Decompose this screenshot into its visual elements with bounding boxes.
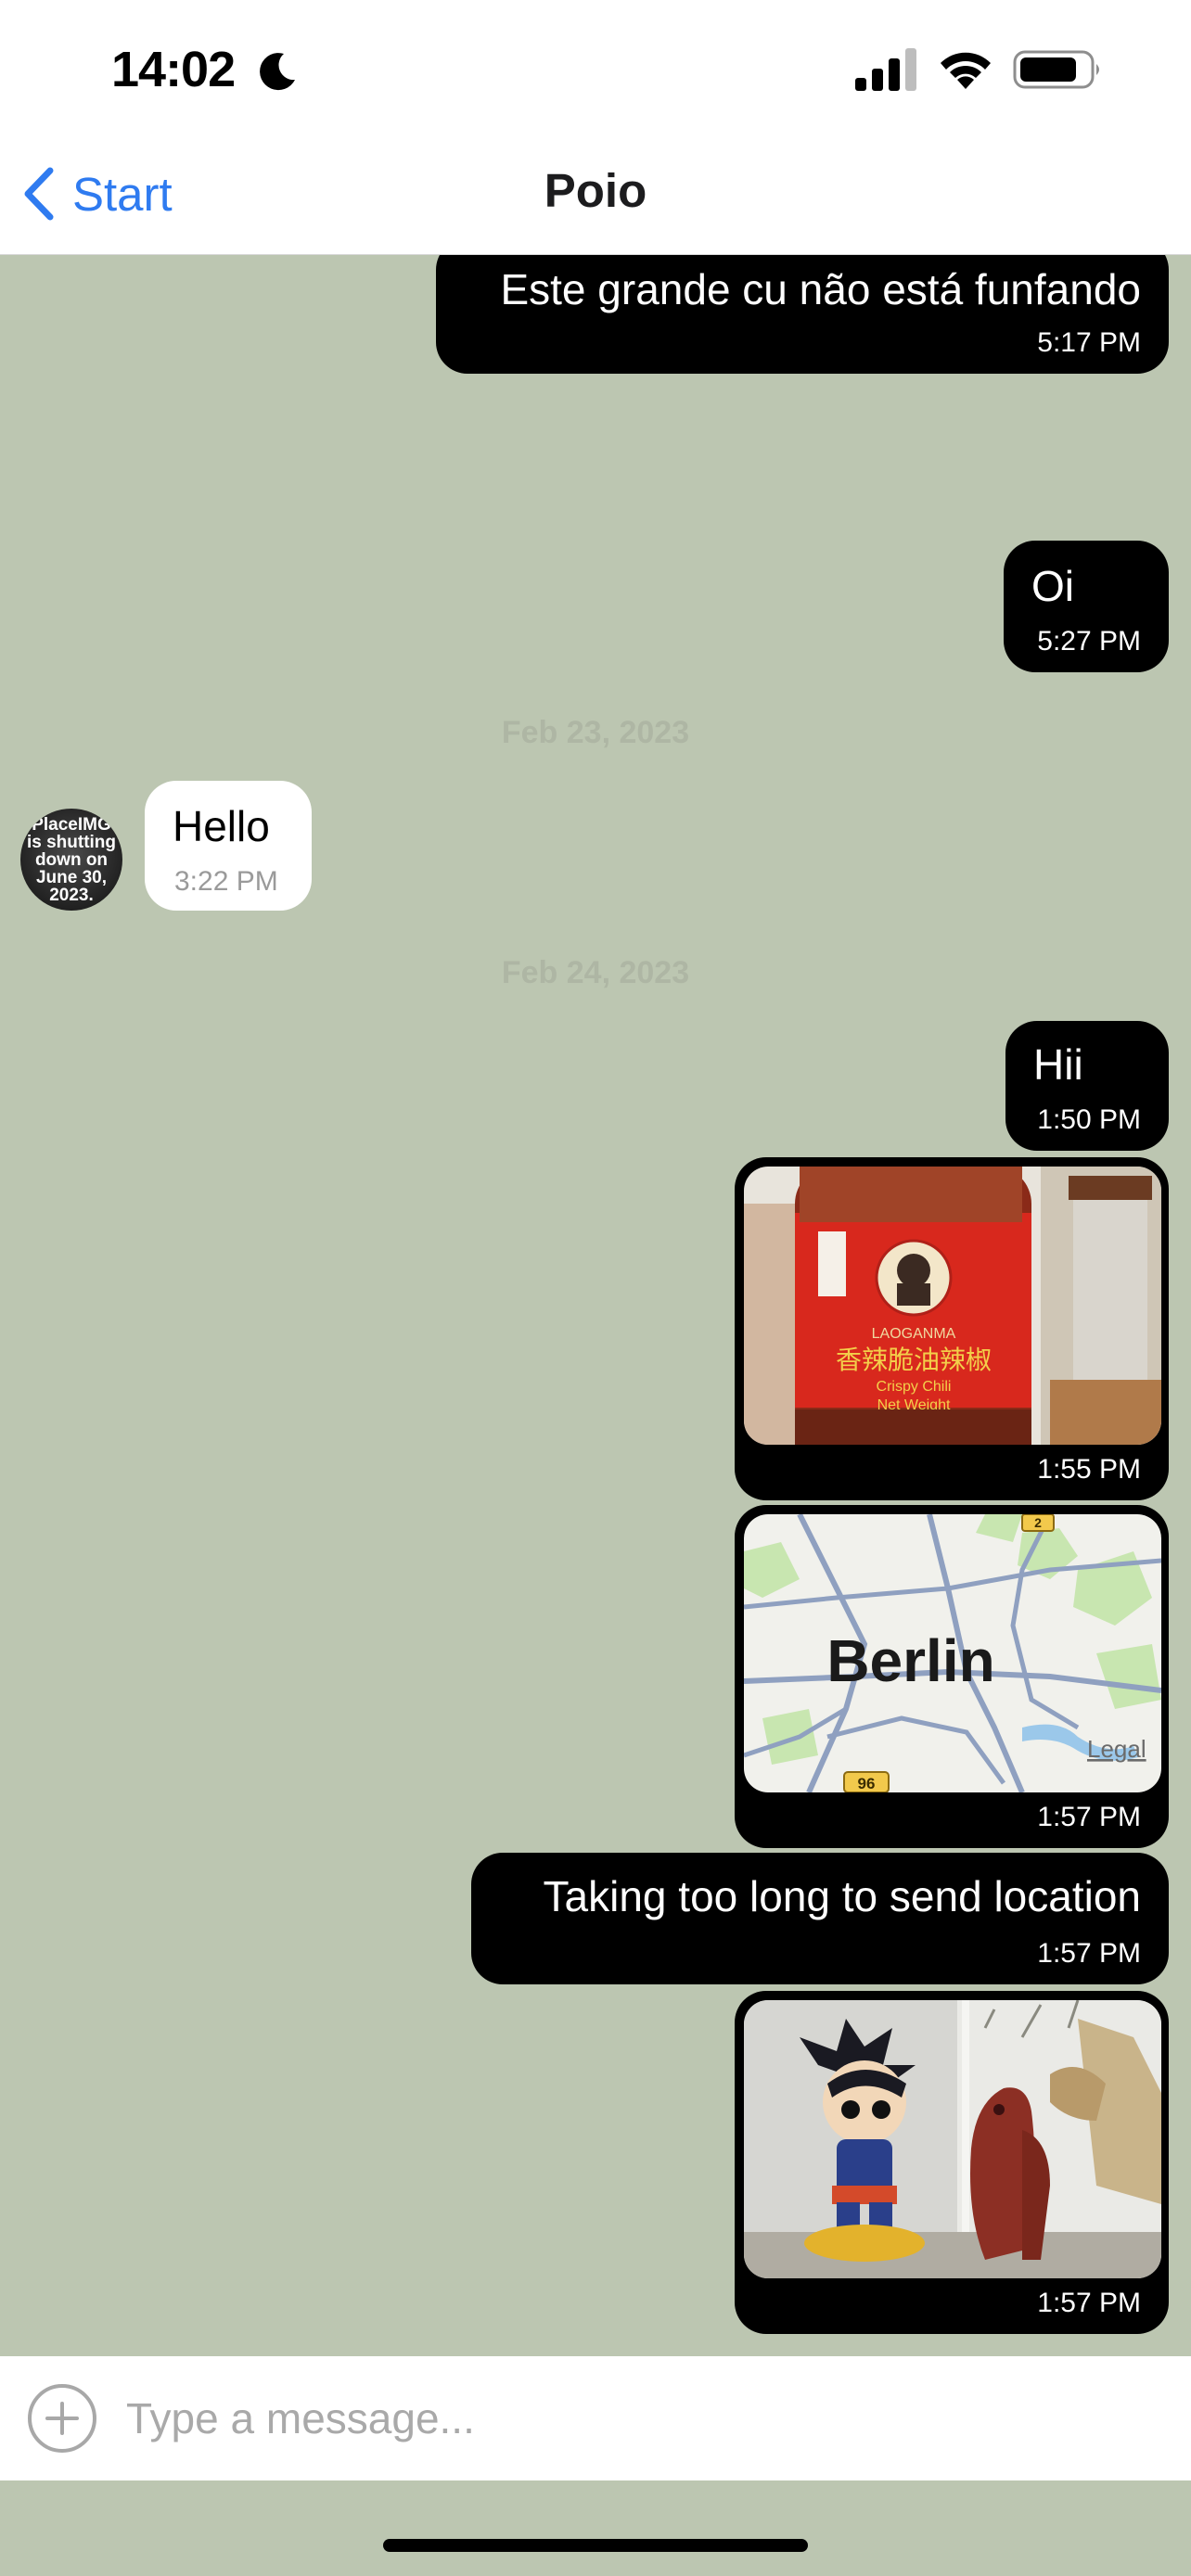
message-bubble-image[interactable]: LAOGANMA 香辣脆油辣椒 Crispy Chili Net Weight … xyxy=(735,1157,1169,1500)
map-road-label: 2 xyxy=(1034,1515,1042,1530)
image-label-text: 香辣脆油辣椒 xyxy=(836,1345,992,1375)
message-time: 1:57 PM xyxy=(1037,1802,1141,1832)
message-bubble-image[interactable]: 1:57 PM xyxy=(735,1991,1169,2334)
moon-icon xyxy=(260,53,295,91)
wifi-icon xyxy=(941,52,991,89)
navigation-bar: Start Poio xyxy=(0,139,1191,255)
map-legal-link: Legal xyxy=(1087,1735,1146,1763)
message-list[interactable]: Este grande cu não está funfando 5:17 PM… xyxy=(0,255,1191,2356)
message-time: 5:17 PM xyxy=(1037,327,1141,358)
status-bar: 14:02 xyxy=(0,0,1191,139)
message-time: 1:55 PM xyxy=(1037,1454,1141,1485)
avatar-text: PlaceIMG is shutting down on June 30, 20… xyxy=(26,814,117,905)
message-bubble-outgoing[interactable]: Oi 5:27 PM xyxy=(1004,541,1169,672)
message-text: Hii xyxy=(1033,1040,1083,1089)
location-map[interactable]: 2 96 Berlin Legal xyxy=(744,1514,1161,1792)
message-text: Taking too long to send location xyxy=(543,1872,1141,1920)
chat-title: Poio xyxy=(544,164,647,217)
message-time: 1:50 PM xyxy=(1037,1104,1141,1135)
date-separator: Feb 23, 2023 xyxy=(501,715,690,750)
avatar[interactable]: PlaceIMG is shutting down on June 30, 20… xyxy=(20,809,122,911)
battery-icon xyxy=(1013,50,1099,89)
message-bubble-incoming[interactable]: Hello 3:22 PM xyxy=(145,781,312,911)
message-time: 1:57 PM xyxy=(1037,1938,1141,1969)
message-text: Oi xyxy=(1031,562,1074,610)
message-text: Este grande cu não está funfando xyxy=(500,265,1141,313)
message-input[interactable] xyxy=(126,2378,1146,2458)
cellular-signal-icon xyxy=(855,48,916,91)
image-label-text: LAOGANMA xyxy=(872,1326,956,1342)
message-bubble-outgoing[interactable]: Hii 1:50 PM xyxy=(1005,1021,1169,1151)
plus-circle-icon[interactable] xyxy=(26,2382,98,2455)
message-time: 1:57 PM xyxy=(1037,2288,1141,2318)
message-photo[interactable] xyxy=(744,2000,1161,2278)
home-indicator xyxy=(383,2539,808,2552)
message-bubble-outgoing[interactable]: Este grande cu não está funfando 5:17 PM xyxy=(436,255,1169,374)
image-label-text: Crispy Chili xyxy=(877,1379,952,1395)
message-text: Hello xyxy=(173,802,270,850)
message-time: 3:22 PM xyxy=(174,866,278,897)
status-time: 14:02 xyxy=(111,42,236,97)
message-bubble-outgoing[interactable]: Taking too long to send location 1:57 PM xyxy=(471,1853,1169,1984)
map-road-label: 96 xyxy=(858,1775,876,1792)
message-photo[interactable]: LAOGANMA 香辣脆油辣椒 Crispy Chili Net Weight xyxy=(744,1167,1161,1445)
composer-bar xyxy=(0,2356,1191,2480)
map-city-label: Berlin xyxy=(826,1627,994,1694)
message-bubble-location[interactable]: 2 96 Berlin Legal 1:57 PM xyxy=(735,1505,1169,1848)
date-separator: Feb 24, 2023 xyxy=(501,955,690,990)
message-time: 5:27 PM xyxy=(1037,626,1141,657)
